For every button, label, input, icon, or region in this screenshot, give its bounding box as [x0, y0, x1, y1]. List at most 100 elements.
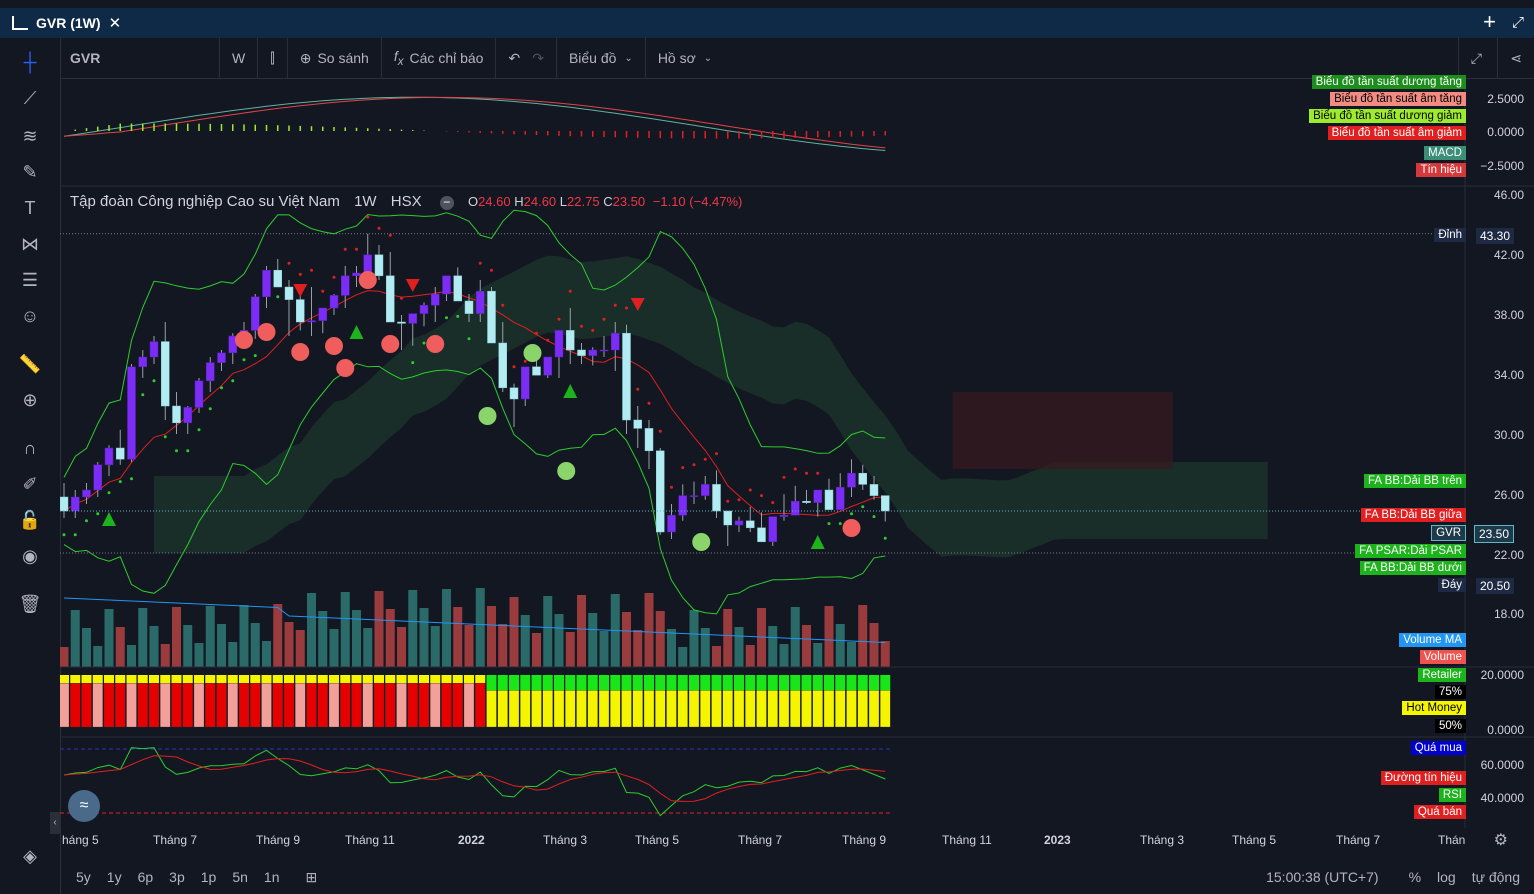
- flow-top-seg: [329, 675, 339, 684]
- money-flow: [60, 675, 891, 728]
- profile-dropdown[interactable]: Hồ sơ ⌄: [646, 38, 724, 78]
- psar-dot: [85, 519, 88, 523]
- range-3p[interactable]: 3p: [169, 869, 185, 885]
- volume-bar: [464, 625, 474, 667]
- chart-type-dropdown[interactable]: Biểu đồ ⌄: [557, 38, 646, 78]
- candle-body: [813, 489, 822, 503]
- lock-icon[interactable]: 🔓: [18, 508, 42, 532]
- candle-body: [858, 472, 867, 485]
- crosshair-icon[interactable]: ┼: [18, 50, 42, 74]
- settings-icon[interactable]: ⚙: [1494, 830, 1508, 850]
- drawing-toolbar: ┼ ⟋ ≋ ✎ T ⋈ ☰ ☺ 📏 ⊕ ∩ ✐ 🔓 ◉ 🗑 ◈: [0, 38, 61, 894]
- layers-icon[interactable]: ◈: [18, 844, 42, 868]
- share-icon[interactable]: ⋖: [1497, 38, 1534, 78]
- volume-bar: [307, 593, 316, 667]
- candle-body: [363, 254, 372, 274]
- candle-body: [521, 366, 530, 400]
- indicators-button[interactable]: fx Các chỉ báo: [382, 38, 497, 78]
- date-range-icon[interactable]: ⊞: [305, 869, 317, 886]
- flow-bottom-seg: [430, 683, 441, 728]
- ruler-icon[interactable]: 📏: [18, 352, 42, 376]
- legend-toggle-icon[interactable]: −: [439, 196, 454, 210]
- volume-ma-label: Volume MA: [1399, 633, 1466, 647]
- redo-icon[interactable]: ↷: [532, 50, 544, 67]
- fib-icon[interactable]: ≋: [18, 124, 42, 148]
- flow-top-seg: [464, 675, 474, 684]
- up-triangle: [102, 512, 116, 526]
- magnet-icon[interactable]: ∩: [18, 436, 42, 460]
- zoom-icon[interactable]: ⊕: [18, 388, 42, 412]
- candle-body: [869, 484, 879, 496]
- lock-drawing-icon[interactable]: ✐: [18, 472, 42, 496]
- psar-dot: [411, 361, 415, 365]
- volume-bar: [442, 589, 451, 667]
- text-icon[interactable]: T: [18, 196, 42, 220]
- bottom-label: Đáy: [1437, 578, 1466, 592]
- xaxis-label-13: Tháng 7: [1336, 833, 1381, 847]
- volume-bar: [588, 613, 598, 667]
- psar-dot: [220, 386, 223, 390]
- candle-body: [138, 356, 147, 368]
- plus-circle-icon: ⊕: [299, 49, 312, 66]
- psar-dot: [107, 491, 111, 495]
- volume-bar: [577, 595, 586, 667]
- psar-dot: [715, 452, 718, 456]
- chart-type-label: Biểu đồ: [568, 50, 617, 66]
- brush-icon[interactable]: ✎: [18, 160, 42, 184]
- percent-toggle[interactable]: %: [1409, 869, 1421, 885]
- symbol-search[interactable]: GVR: [60, 38, 220, 78]
- psar-dot: [343, 247, 347, 251]
- expand-icon[interactable]: ⤢: [1512, 14, 1524, 31]
- volume-bar: [284, 622, 294, 667]
- close-label: C: [603, 194, 613, 209]
- range-6p[interactable]: 6p: [138, 869, 154, 885]
- flow-bottom-seg: [103, 683, 115, 728]
- range-1n[interactable]: 1n: [264, 869, 280, 885]
- signal-line: [63, 96, 886, 149]
- macd-label-macd: MACD: [1424, 146, 1466, 160]
- auto-toggle[interactable]: tự động: [1472, 869, 1520, 885]
- volume-bar: [217, 624, 226, 667]
- flow-bottom-seg: [846, 690, 857, 728]
- candle-body: [633, 419, 642, 429]
- flow-top-seg: [554, 675, 564, 691]
- psar-dot: [883, 536, 887, 540]
- eye-icon[interactable]: ◉: [18, 544, 42, 568]
- add-icon[interactable]: +: [1483, 9, 1496, 35]
- volume-bar: [374, 591, 384, 667]
- top-label: Đỉnh: [1434, 228, 1466, 242]
- flow-top-seg: [250, 675, 261, 684]
- overbought-label: Quá mua: [1410, 741, 1466, 755]
- trash-icon[interactable]: 🗑: [18, 592, 42, 616]
- forecast-icon[interactable]: ☰: [18, 268, 42, 292]
- xaxis-label-6: Tháng 5: [635, 833, 680, 847]
- psar-dot: [771, 501, 775, 505]
- trendline-icon[interactable]: ⟋: [18, 86, 42, 110]
- candle-body: [509, 387, 519, 400]
- range-5n[interactable]: 5n: [232, 869, 248, 885]
- flow-top-seg: [317, 675, 328, 684]
- candle-type-icon[interactable]: ⫿: [258, 38, 288, 78]
- change-value: −1.10 (−4.47%): [652, 194, 743, 209]
- candle-body: [217, 352, 226, 363]
- close-icon[interactable]: ✕: [109, 14, 122, 32]
- candle-body: [318, 307, 327, 321]
- psar-dot: [141, 393, 145, 397]
- emoji-icon[interactable]: ☺: [18, 304, 42, 328]
- company-name: Tập đoàn Công nghiệp Cao su Việt Nam: [70, 193, 340, 210]
- fullscreen-icon[interactable]: ⤢: [1457, 38, 1494, 78]
- psar-dot: [557, 317, 561, 321]
- undo-icon[interactable]: ↶: [508, 50, 520, 67]
- compare-button[interactable]: ⊕ So sánh: [288, 38, 382, 78]
- flow-bottom-seg: [317, 683, 328, 728]
- range-1y[interactable]: 1y: [107, 869, 122, 885]
- flow-bottom-seg: [250, 683, 261, 728]
- range-1p[interactable]: 1p: [201, 869, 217, 885]
- flow-bottom-seg: [475, 683, 486, 728]
- range-5y[interactable]: 5y: [76, 869, 91, 885]
- log-toggle[interactable]: log: [1437, 869, 1456, 885]
- collapse-toolbar-icon[interactable]: ‹: [50, 812, 60, 834]
- flow-bottom-seg: [508, 690, 520, 728]
- pattern-icon[interactable]: ⋈: [18, 232, 42, 256]
- interval-button[interactable]: W: [220, 38, 259, 78]
